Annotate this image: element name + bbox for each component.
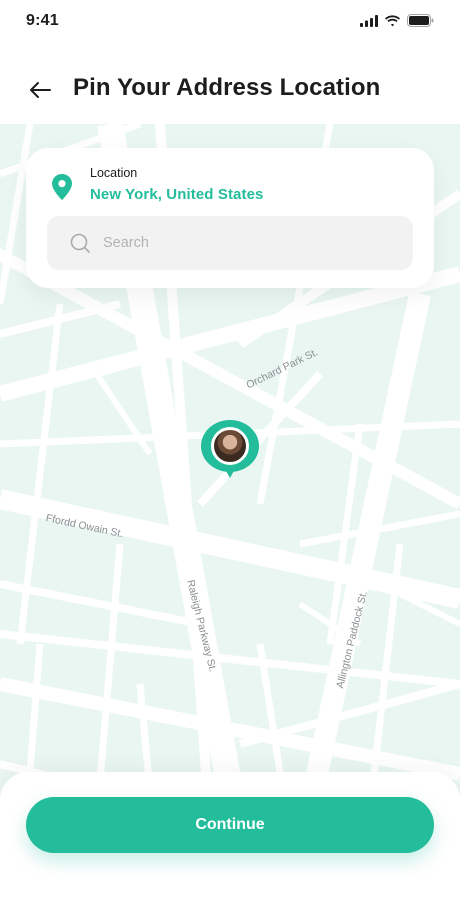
- status-icons: [360, 14, 434, 27]
- header: Pin Your Address Location: [0, 62, 460, 118]
- back-button[interactable]: [26, 76, 54, 104]
- search-box[interactable]: [47, 216, 413, 270]
- location-card: Location New York, United States: [26, 148, 434, 288]
- status-bar: 9:41: [0, 0, 460, 44]
- avatar: [211, 427, 249, 465]
- location-pin-icon: [52, 174, 72, 200]
- arrow-left-icon: [30, 82, 51, 98]
- location-value[interactable]: New York, United States: [90, 186, 263, 203]
- search-icon: [70, 233, 90, 253]
- battery-icon: [407, 14, 434, 27]
- location-label: Location: [90, 166, 138, 180]
- continue-button[interactable]: Continue: [26, 797, 434, 853]
- bottom-sheet: Continue: [0, 772, 460, 900]
- location-marker[interactable]: [201, 420, 259, 480]
- wifi-icon: [385, 14, 400, 26]
- page-title: Pin Your Address Location: [73, 74, 381, 101]
- status-time: 9:41: [26, 12, 59, 29]
- cellular-signal-icon: [360, 14, 378, 27]
- search-input[interactable]: [103, 228, 393, 258]
